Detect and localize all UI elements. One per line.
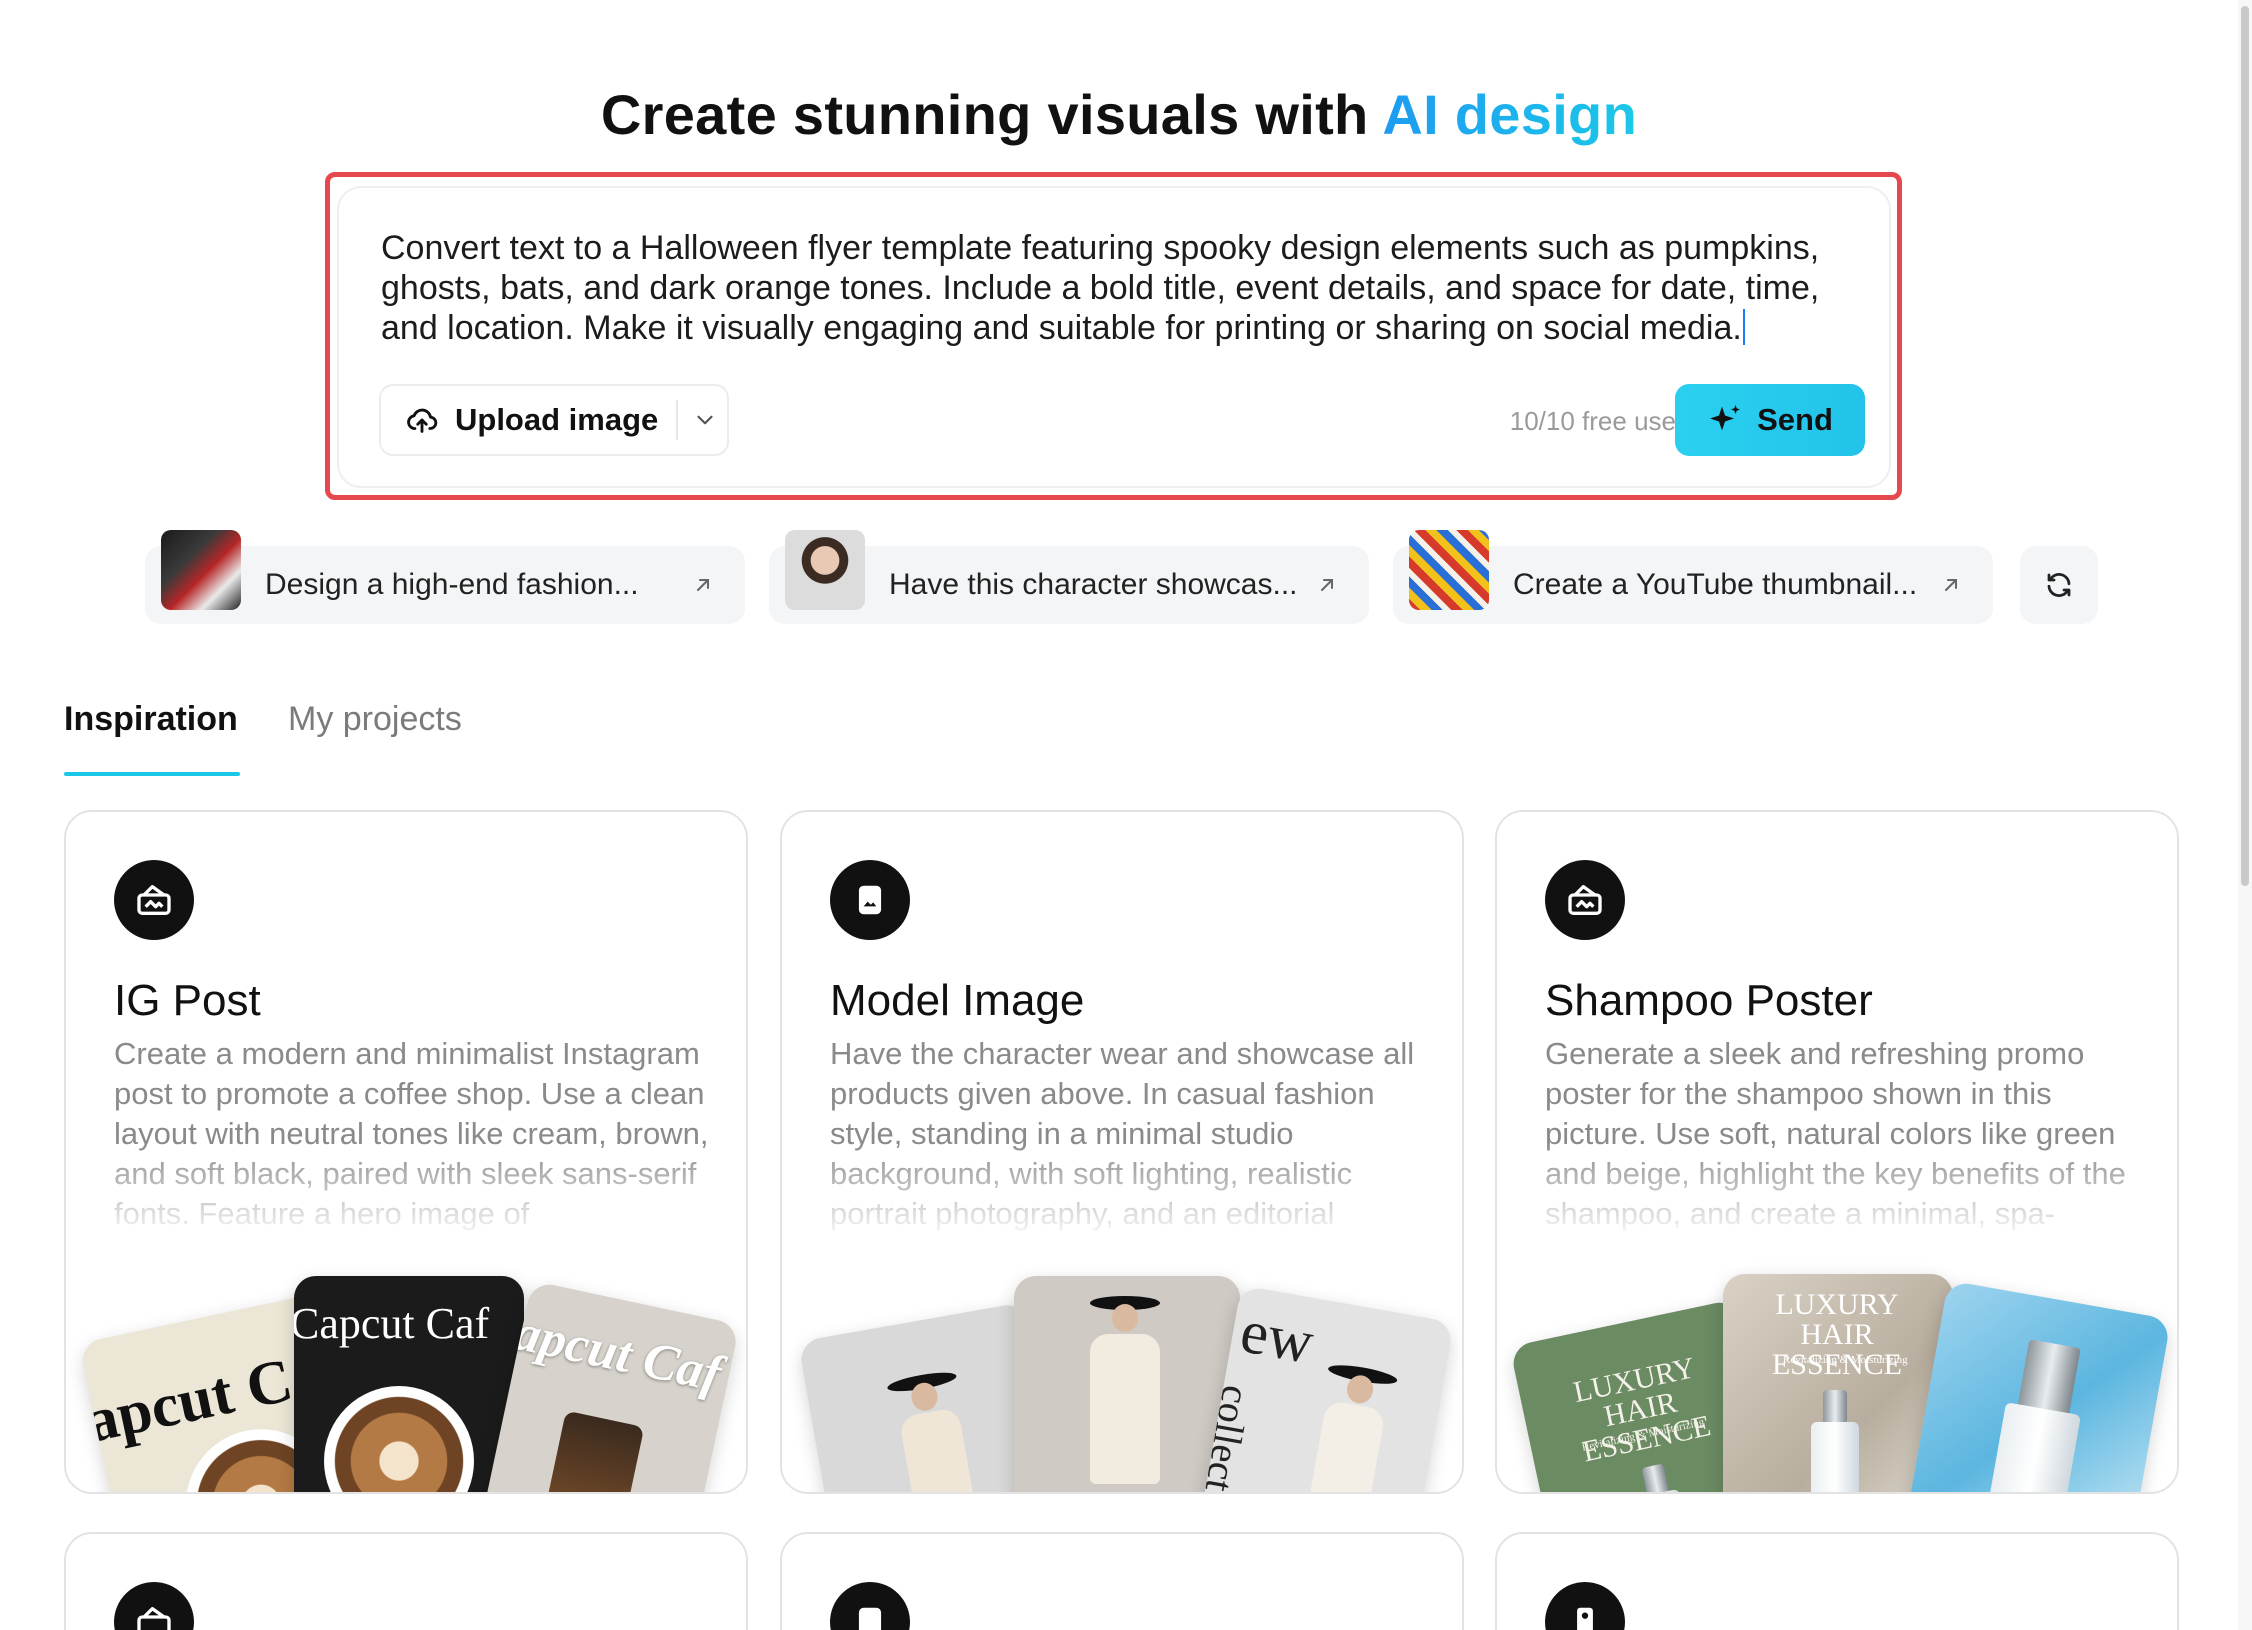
upload-image-button[interactable]: Upload image <box>379 384 729 456</box>
refresh-suggestions-button[interactable] <box>2020 546 2098 624</box>
title-prefix: Create stunning visuals with <box>600 83 1383 146</box>
template-card-row2-1[interactable] <box>64 1532 748 1630</box>
suggestion-character[interactable]: Have this character showcas... <box>769 530 1369 624</box>
arrow-up-right-icon <box>697 579 709 591</box>
template-card-row2-3[interactable] <box>1495 1532 2179 1630</box>
arrow-up-right-icon <box>1945 579 1957 591</box>
scrollbar-thumb[interactable] <box>2241 6 2249 886</box>
card-title: Shampoo Poster <box>1545 976 1873 1025</box>
tab-my-projects[interactable]: My projects <box>288 700 462 739</box>
free-uses-counter: 10/10 free uses <box>1509 406 1689 436</box>
image-card-icon <box>114 860 194 940</box>
text-caret <box>1742 309 1745 345</box>
preview-tile-2: Capcut Caf <box>294 1276 524 1492</box>
prompt-input[interactable]: Convert text to a Halloween flyer templa… <box>381 228 1861 348</box>
suggestion-label: Create a YouTube thumbnail... <box>1513 568 1918 601</box>
title-accent: AI design <box>1382 83 1638 146</box>
prompt-box[interactable]: Convert text to a Halloween flyer templa… <box>337 186 1891 488</box>
model-body <box>1090 1334 1160 1484</box>
card-preview: ew collect <box>782 1252 1462 1492</box>
tile-text: ew <box>1235 1297 1319 1377</box>
bottle-cap <box>1641 1463 1670 1492</box>
cloud-upload-icon <box>407 408 438 433</box>
preview-tile-3: ew collect <box>1197 1285 1455 1492</box>
upload-divider <box>676 400 679 440</box>
tab-inspiration[interactable]: Inspiration <box>64 700 238 739</box>
model-body <box>898 1407 979 1492</box>
model-head <box>1112 1304 1138 1332</box>
suggestion-youtube[interactable]: Create a YouTube thumbnail... <box>1393 530 1993 624</box>
coffee-pour <box>543 1410 645 1492</box>
template-card-ig-post[interactable]: IG Post Create a modern and minimalist I… <box>64 810 748 1494</box>
template-card-shampoo-poster[interactable]: Shampoo Poster Generate a sleek and refr… <box>1495 810 2179 1494</box>
card-preview: LUXURY HAIR ESSENCE Revitalizing & Moist… <box>1497 1252 2177 1492</box>
active-tab-indicator <box>64 772 240 776</box>
card-title: Model Image <box>830 976 1085 1025</box>
tile-subtext: Revitalizing & Moisturizing <box>1783 1354 1908 1366</box>
send-button[interactable]: Send <box>1675 384 1865 456</box>
image-card-icon <box>1545 860 1625 940</box>
shampoo-bottle <box>1811 1422 1859 1492</box>
document-image-icon <box>830 1582 910 1630</box>
page-scrollbar[interactable] <box>2238 0 2252 1630</box>
suggestion-label: Have this character showcas... <box>889 568 1298 601</box>
sparkle-icon <box>1710 405 1741 431</box>
card-title: IG Post <box>114 976 261 1025</box>
suggestion-label: Design a high-end fashion... <box>265 568 639 601</box>
youtube-thumbnail <box>1409 530 1489 610</box>
tile-text: LUXURY HAIR ESSENCE <box>1771 1288 1903 1381</box>
chevron-down-icon[interactable] <box>692 407 718 433</box>
suggestion-fashion[interactable]: Design a high-end fashion... <box>145 530 745 624</box>
latte-art <box>324 1386 474 1492</box>
tile-text: LUXURY HAIR ESSENCE <box>1570 1351 1714 1469</box>
template-card-model-image[interactable]: Model Image Have the character wear and … <box>780 810 1464 1494</box>
tile-text: Capcut Caf <box>294 1299 490 1348</box>
bottle-cap <box>1823 1390 1847 1424</box>
image-card-icon <box>114 1582 194 1630</box>
template-card-row2-2[interactable] <box>780 1532 1464 1630</box>
document-image-icon <box>830 860 910 940</box>
shampoo-bottle <box>1980 1402 2081 1492</box>
description-fade <box>782 1142 1462 1242</box>
card-preview: apcut C Capcut Caf apcut Caf <box>66 1252 746 1492</box>
send-label: Send <box>1757 402 1833 437</box>
fashion-thumbnail <box>161 530 241 610</box>
description-fade <box>66 1142 746 1242</box>
character-thumbnail <box>785 530 865 610</box>
refresh-icon <box>2047 573 2071 597</box>
preview-tile-3 <box>1905 1280 2171 1492</box>
prompt-text: Convert text to a Halloween flyer templa… <box>381 229 1820 347</box>
description-fade <box>1497 1142 2177 1242</box>
upload-image-label: Upload image <box>455 402 659 437</box>
model-body <box>1305 1399 1386 1492</box>
phone-image-icon <box>1545 1582 1625 1630</box>
tile-text: apcut Caf <box>509 1303 727 1404</box>
arrow-up-right-icon <box>1321 579 1333 591</box>
page-title: Create stunning visuals with AI design <box>0 82 2238 147</box>
preview-tile-2 <box>1014 1276 1240 1492</box>
